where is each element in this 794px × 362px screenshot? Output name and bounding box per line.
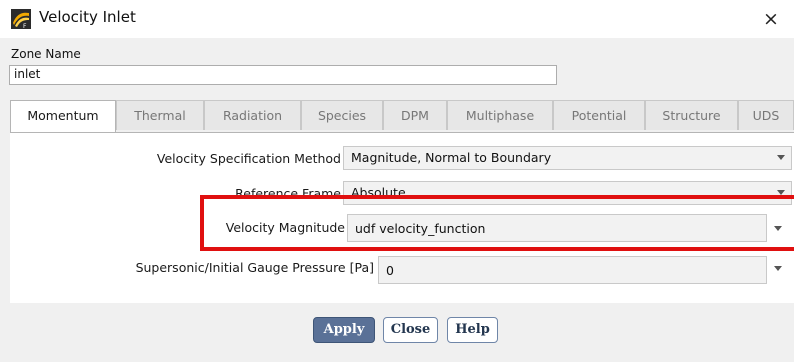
help-button[interactable]: Help	[447, 317, 498, 343]
velocity-spec-method-label: Velocity Specification Method	[156, 151, 341, 166]
window-title: Velocity Inlet	[39, 8, 136, 26]
zone-name-field[interactable]: inlet	[9, 65, 557, 85]
velocity-magnitude-value: udf velocity_function	[355, 221, 486, 236]
apply-button[interactable]: Apply	[313, 317, 375, 343]
tab-multiphase[interactable]: Multiphase	[447, 100, 553, 130]
svg-text:F: F	[23, 23, 27, 29]
tab-radiation[interactable]: Radiation	[204, 100, 301, 130]
tab-uds[interactable]: UDS	[738, 100, 794, 130]
tab-species[interactable]: Species	[301, 100, 383, 130]
velocity-spec-method-value: Magnitude, Normal to Boundary	[351, 150, 552, 165]
reference-frame-value: Absolute	[351, 185, 406, 200]
reference-frame-select[interactable]: Absolute	[343, 181, 792, 205]
tab-dpm[interactable]: DPM	[383, 100, 447, 130]
tab-structure[interactable]: Structure	[645, 100, 738, 130]
close-button[interactable]: Close	[383, 317, 438, 343]
gauge-pressure-field[interactable]: 0	[378, 256, 767, 284]
chevron-down-icon[interactable]	[774, 226, 782, 231]
tab-thermal[interactable]: Thermal	[116, 100, 204, 130]
fluent-app-icon: F	[11, 9, 31, 29]
title-bar: F Velocity Inlet ×	[0, 0, 794, 38]
tab-strip: Momentum Thermal Radiation Species DPM M…	[10, 100, 794, 133]
zone-name-label: Zone Name	[11, 47, 81, 61]
tab-momentum[interactable]: Momentum	[10, 100, 116, 133]
close-icon[interactable]: ×	[758, 6, 784, 32]
reference-frame-label: Reference Frame	[235, 186, 341, 201]
gauge-pressure-label: Supersonic/Initial Gauge Pressure [Pa]	[135, 260, 374, 275]
chevron-down-icon	[777, 155, 785, 160]
velocity-magnitude-label: Velocity Magnitude	[225, 220, 345, 235]
tab-potential[interactable]: Potential	[553, 100, 645, 130]
gauge-pressure-value: 0	[386, 263, 394, 278]
velocity-magnitude-field[interactable]: udf velocity_function	[347, 214, 767, 242]
chevron-down-icon[interactable]	[774, 266, 782, 271]
velocity-spec-method-select[interactable]: Magnitude, Normal to Boundary	[343, 146, 792, 170]
chevron-down-icon	[777, 190, 785, 195]
